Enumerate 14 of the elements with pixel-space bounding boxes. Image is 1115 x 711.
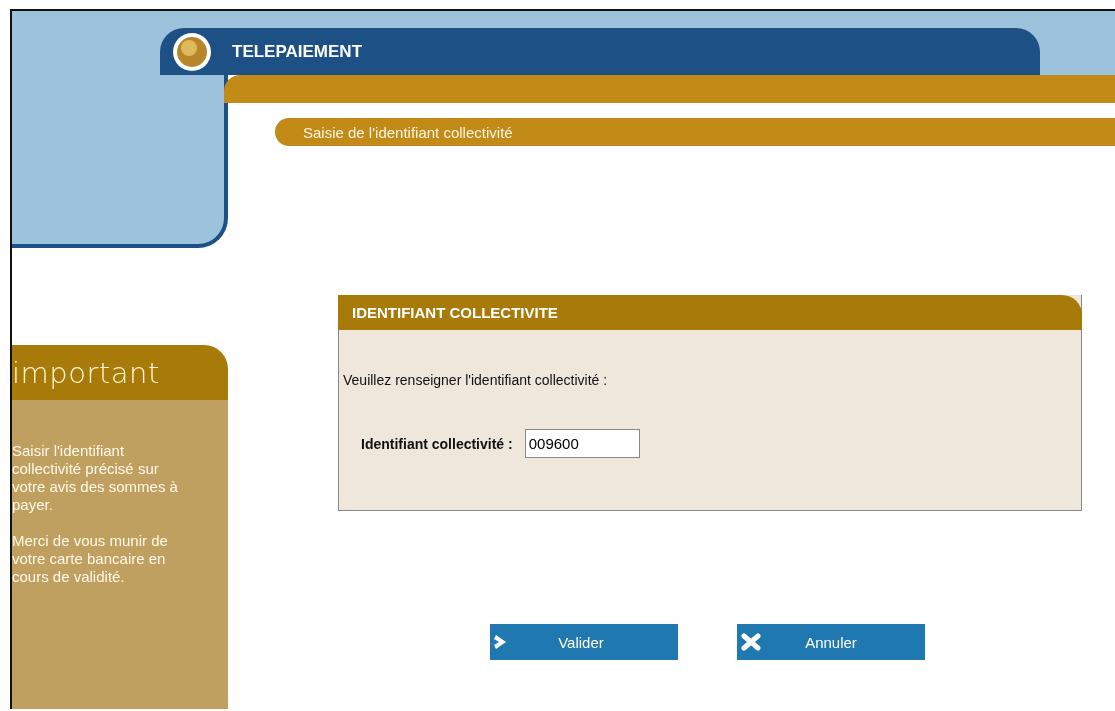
info-text: Merci de vous munir de votre carte bancaire en cours de validité. [12,532,169,586]
panel-title: IDENTIFIANT COLLECTIVITE [352,304,558,321]
field-label: Identifiant collectivité : [361,435,513,452]
round-emblem-icon [172,31,212,72]
info-text: Saisir l'identifiant collectivité précisé sur votre avis des sommes à payer. [12,442,179,514]
instruction-text: Veuillez renseigner l'identifiant collectivité : [343,372,608,388]
chevron-icon [494,634,508,650]
app-title: TELEPAIEMENT [232,41,363,62]
submit-button[interactable]: Valider [490,624,678,660]
cancel-button[interactable]: Annuler [737,624,925,660]
sidebar-title: important [12,355,160,390]
page-subtitle: Saisie de l'identifiant collectivité [303,123,513,141]
close-icon [741,633,761,651]
id-input-field[interactable]: 009600 [524,429,640,458]
